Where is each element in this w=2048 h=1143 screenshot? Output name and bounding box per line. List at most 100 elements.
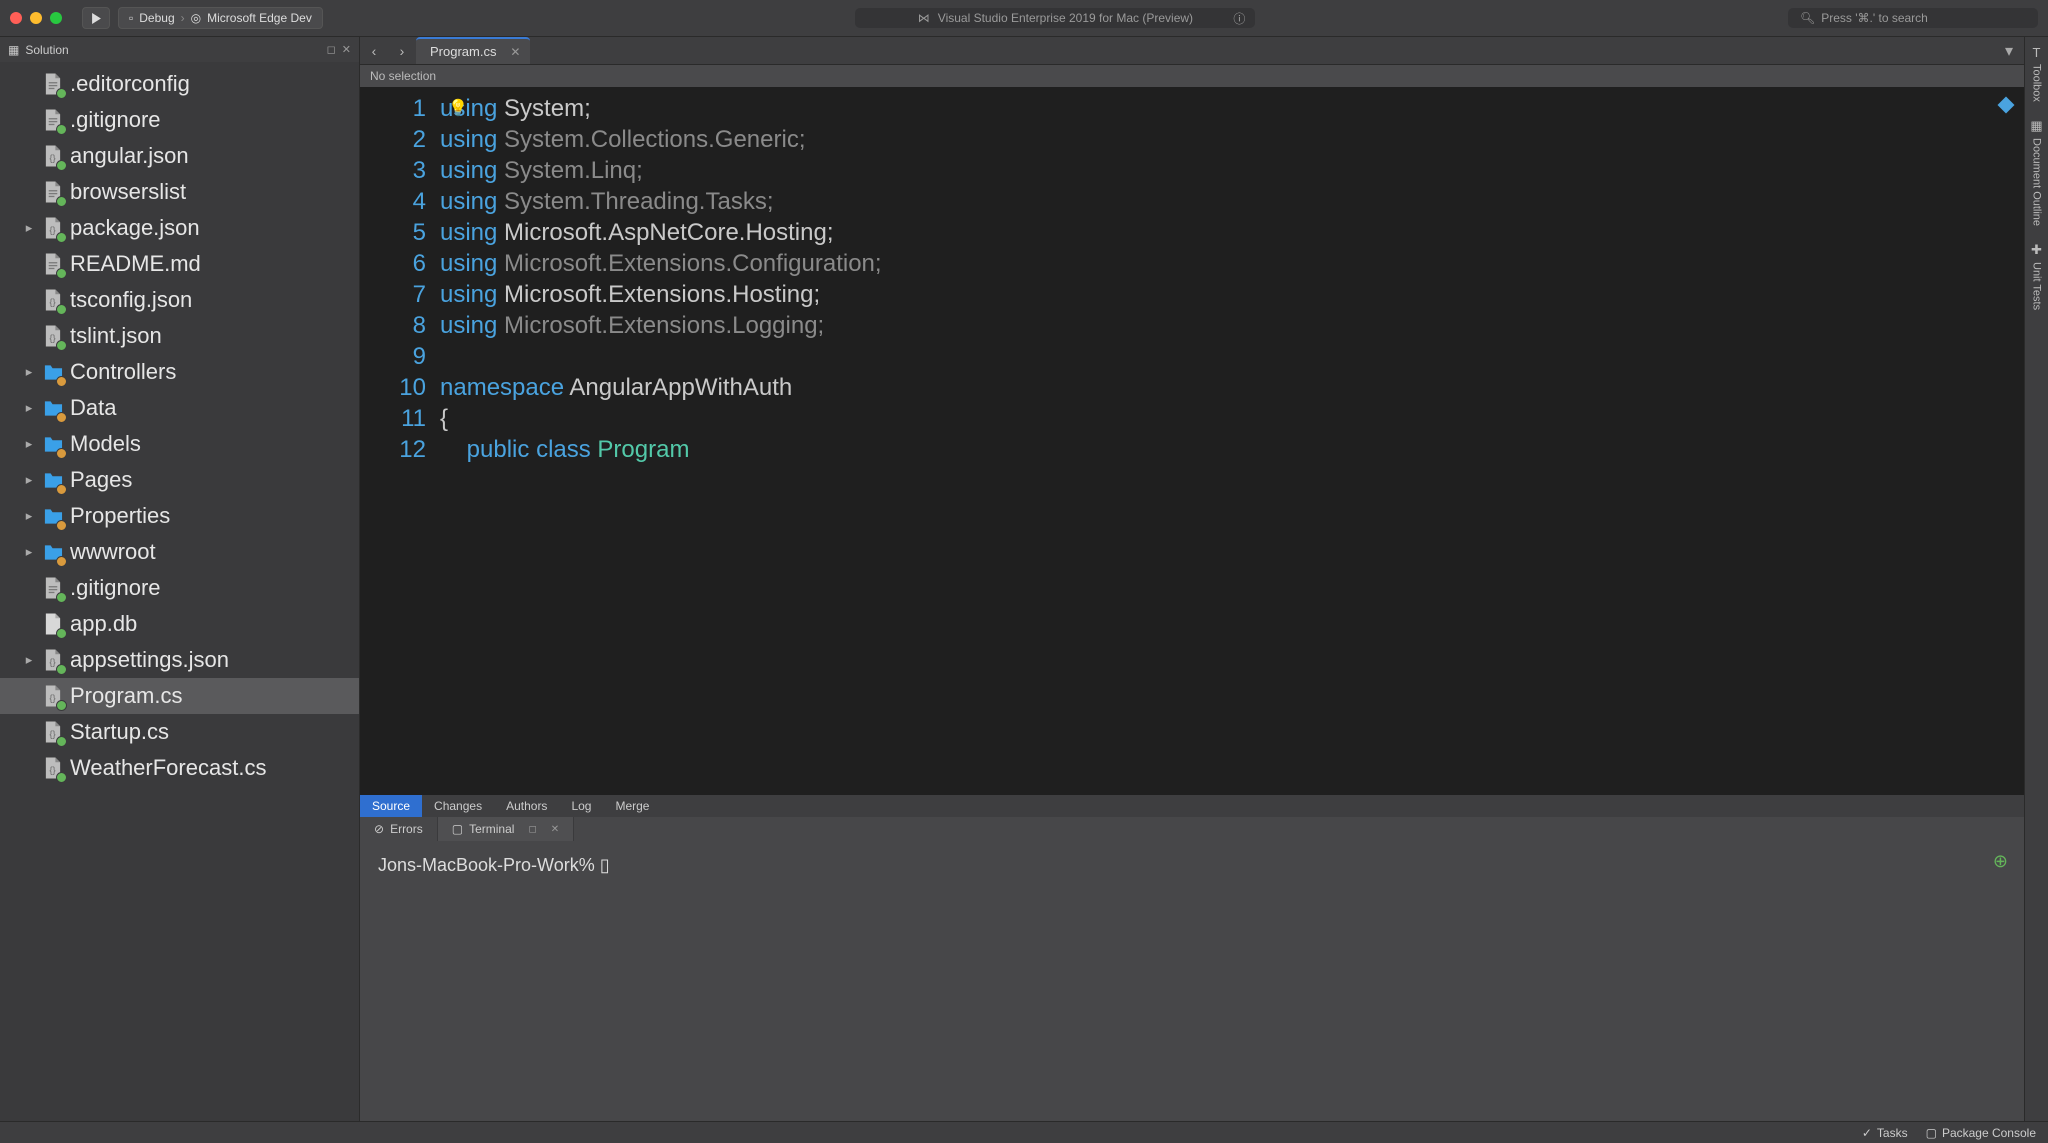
tree-item-browserslist[interactable]: browserslist (0, 174, 359, 210)
vcs-modified-badge (56, 412, 67, 423)
tree-item-tsconfig-json[interactable]: tsconfig.json (0, 282, 359, 318)
code-line[interactable] (440, 341, 882, 372)
tree-item-label: tsconfig.json (70, 287, 192, 313)
tree-item-label: Models (70, 431, 141, 457)
editor-tab-label: Program.cs (430, 44, 496, 59)
breadcrumb-label: No selection (370, 69, 436, 83)
page-file-icon (42, 71, 64, 97)
rail-document-outline[interactable]: ▦Document Outline (2030, 118, 2042, 226)
lightbulb-icon[interactable]: 💡 (448, 93, 468, 124)
rail-toolbox[interactable]: TToolbox (2031, 45, 2043, 102)
tree-item-controllers[interactable]: ▸Controllers (0, 354, 359, 390)
nav-forward-button[interactable]: › (388, 37, 416, 64)
vcs-added-badge (56, 124, 67, 135)
expand-chevron-icon[interactable]: ▸ (22, 364, 36, 380)
sc-tab-authors[interactable]: Authors (494, 795, 559, 817)
tree-item-pages[interactable]: ▸Pages (0, 462, 359, 498)
tree-item-startup-cs[interactable]: Startup.cs (0, 714, 359, 750)
sc-tab-changes[interactable]: Changes (422, 795, 494, 817)
sc-tab-log[interactable]: Log (559, 795, 603, 817)
code-line[interactable]: using Microsoft.Extensions.Configuration… (440, 248, 882, 279)
expand-chevron-icon[interactable]: ▸ (22, 220, 36, 236)
code-line[interactable]: { (440, 403, 882, 434)
tree-item-label: browserslist (70, 179, 186, 205)
config-debug-label: Debug (139, 11, 174, 25)
code-line[interactable]: using System.Collections.Generic; (440, 124, 882, 155)
editor-area: ‹ › Program.cs ✕ ▾ No selection 💡 123456… (360, 37, 2024, 1121)
new-terminal-button[interactable]: ⊕ (1993, 851, 2008, 872)
rail-unit-tests[interactable]: ✚Unit Tests (2031, 242, 2043, 310)
line-number: 7 (360, 279, 426, 310)
rail-icon: ▦ (2030, 118, 2042, 134)
vcs-added-badge (56, 304, 67, 315)
tasks-status-button[interactable]: ✓ Tasks (1862, 1126, 1908, 1140)
solution-tree[interactable]: .editorconfig.gitignoreangular.jsonbrows… (0, 62, 359, 1121)
panel-close-icon[interactable]: ✕ (342, 43, 351, 56)
tree-item--editorconfig[interactable]: .editorconfig (0, 66, 359, 102)
console-icon: ▢ (1926, 1126, 1937, 1140)
tasks-label: Tasks (1877, 1126, 1908, 1140)
code-line[interactable]: using Microsoft.Extensions.Logging; (440, 310, 882, 341)
tree-item-properties[interactable]: ▸Properties (0, 498, 359, 534)
sc-tab-merge[interactable]: Merge (603, 795, 661, 817)
code-line[interactable]: using System; (440, 93, 882, 124)
vs-logo-icon: ⋈ (918, 11, 930, 25)
global-search-input[interactable]: 🔍︎ Press '⌘.' to search (1788, 8, 2038, 28)
terminal-close-icon[interactable]: ✕ (551, 824, 559, 835)
tree-item-readme-md[interactable]: README.md (0, 246, 359, 282)
tree-item-wwwroot[interactable]: ▸wwwroot (0, 534, 359, 570)
vcs-added-badge (56, 700, 67, 711)
tree-item--gitignore[interactable]: .gitignore (0, 102, 359, 138)
line-number: 8 (360, 310, 426, 341)
maximize-window-button[interactable] (50, 12, 62, 24)
terminal-tab[interactable]: ▢ Terminal ◻ ✕ (438, 817, 574, 841)
tree-item-data[interactable]: ▸Data (0, 390, 359, 426)
editor-tab-program[interactable]: Program.cs ✕ (416, 37, 530, 64)
rail-label: Unit Tests (2031, 262, 2043, 310)
terminal-popout-icon[interactable]: ◻ (528, 824, 536, 835)
solution-icon: ▦ (8, 43, 19, 57)
tree-item-app-db[interactable]: app.db (0, 606, 359, 642)
expand-chevron-icon[interactable]: ▸ (22, 652, 36, 668)
code-line[interactable]: using Microsoft.AspNetCore.Hosting; (440, 217, 882, 248)
tree-item-models[interactable]: ▸ Models (0, 426, 359, 462)
page-file-icon (42, 107, 64, 133)
tab-overflow-button[interactable]: ▾ (1994, 37, 2024, 64)
code-file-icon (42, 215, 64, 241)
tree-item-program-cs[interactable]: Program.cs (0, 678, 359, 714)
tree-item-weatherforecast-cs[interactable]: WeatherForecast.cs (0, 750, 359, 786)
tree-item-tslint-json[interactable]: tslint.json (0, 318, 359, 354)
errors-tab[interactable]: ⊘ Errors (360, 817, 438, 841)
expand-chevron-icon[interactable]: ▸ (22, 400, 36, 416)
code-line[interactable]: public class Program (440, 434, 882, 465)
code-editor[interactable]: 💡 123456789101112 using System;using Sys… (360, 87, 2024, 795)
tree-item-package-json[interactable]: ▸package.json (0, 210, 359, 246)
expand-chevron-icon[interactable]: ▸ (22, 508, 36, 524)
terminal-panel[interactable]: ⊕ Jons-MacBook-Pro-Work% ▯ (360, 841, 2024, 1121)
run-config-selector[interactable]: ▫ Debug › ◎ Microsoft Edge Dev (118, 7, 323, 29)
expand-chevron-icon[interactable]: ▸ (22, 544, 36, 560)
nav-back-button[interactable]: ‹ (360, 37, 388, 64)
info-icon[interactable]: ⓘ (1233, 10, 1245, 27)
code-line[interactable]: namespace AngularAppWithAuth (440, 372, 882, 403)
code-line[interactable]: using System.Linq; (440, 155, 882, 186)
close-tab-icon[interactable]: ✕ (510, 45, 520, 59)
package-console-button[interactable]: ▢ Package Console (1926, 1126, 2036, 1140)
expand-chevron-icon[interactable]: ▸ (22, 472, 36, 488)
code-lines[interactable]: using System;using System.Collections.Ge… (440, 87, 882, 795)
minimize-window-button[interactable] (30, 12, 42, 24)
expand-chevron-icon[interactable]: ▸ (22, 436, 36, 452)
tree-item--gitignore[interactable]: .gitignore (0, 570, 359, 606)
vcs-added-badge (56, 196, 67, 207)
editor-breadcrumb[interactable]: No selection (360, 65, 2024, 87)
panel-popout-icon[interactable]: ◻ (327, 43, 336, 56)
code-line[interactable]: using System.Threading.Tasks; (440, 186, 882, 217)
code-file-icon (42, 719, 64, 745)
tree-item-appsettings-json[interactable]: ▸appsettings.json (0, 642, 359, 678)
run-button[interactable] (82, 7, 110, 29)
tree-item-angular-json[interactable]: angular.json (0, 138, 359, 174)
vcs-modified-badge (56, 520, 67, 531)
sc-tab-source[interactable]: Source (360, 795, 422, 817)
code-line[interactable]: using Microsoft.Extensions.Hosting; (440, 279, 882, 310)
close-window-button[interactable] (10, 12, 22, 24)
